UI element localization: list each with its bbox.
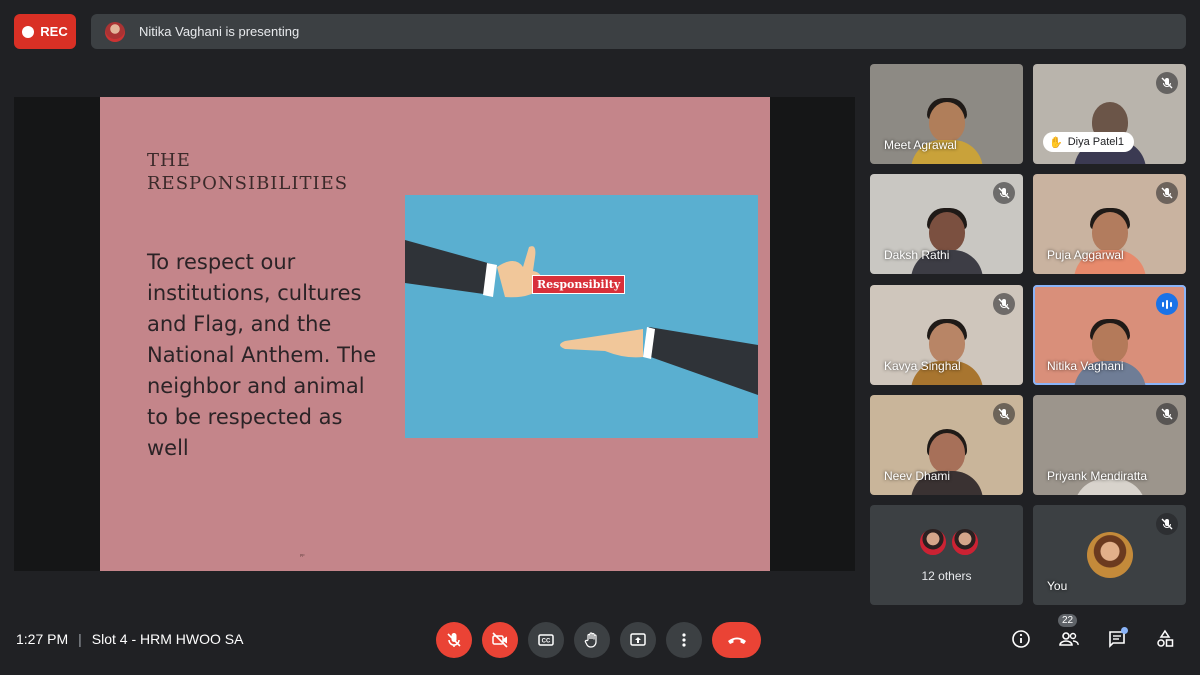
participant-video <box>1070 88 1150 164</box>
speaking-indicator-icon <box>1156 293 1178 315</box>
captions-button[interactable]: CC <box>528 622 564 658</box>
presenting-banner[interactable]: Nitika Vaghani is presenting <box>91 14 1186 49</box>
camera-toggle-button[interactable] <box>482 622 518 658</box>
mic-off-icon <box>993 403 1015 425</box>
responsibility-tag: Responsibilty <box>532 275 626 294</box>
participant-video <box>907 198 987 274</box>
present-screen-icon <box>630 633 646 646</box>
participant-tile-active-speaker[interactable]: Nitika Vaghani <box>1033 285 1186 385</box>
self-tile[interactable]: You <box>1033 505 1186 605</box>
participant-video <box>1070 309 1150 385</box>
raise-hand-icon <box>584 632 597 648</box>
raise-hand-icon: ✋ <box>1049 136 1063 149</box>
others-tile[interactable]: 12 others <box>870 505 1023 605</box>
meeting-details-button[interactable] <box>1008 626 1034 652</box>
slide-title-line2: RESPONSIBILITIES <box>147 173 349 194</box>
slide-title: THE RESPONSIBILITIES <box>147 149 387 195</box>
recording-label: REC <box>40 24 68 39</box>
activities-button[interactable] <box>1152 626 1178 652</box>
chat-button[interactable] <box>1104 626 1130 652</box>
present-screen-button[interactable] <box>620 622 656 658</box>
others-count: 12 others <box>921 569 972 583</box>
handing-responsibility-illustration <box>405 240 758 395</box>
more-vertical-icon <box>682 633 686 647</box>
participant-name: Kavya Singhal <box>884 359 961 373</box>
camera-off-icon <box>492 632 508 648</box>
microphone-toggle-button[interactable] <box>436 622 472 658</box>
info-icon <box>1012 630 1030 648</box>
more-options-button[interactable] <box>666 622 702 658</box>
people-icon <box>1059 632 1079 646</box>
meeting-info: 1:27 PM | Slot 4 - HRM HWOO SA <box>16 631 243 647</box>
call-controls: CC <box>436 622 761 658</box>
captions-icon: CC <box>538 634 554 646</box>
presenter-avatar <box>105 21 125 42</box>
mic-off-icon <box>993 182 1015 204</box>
meeting-tools: 22 <box>1008 614 1178 652</box>
slide: THE RESPONSIBILITIES To respect our inst… <box>100 97 770 571</box>
participant-video <box>1070 198 1150 274</box>
avatar <box>950 527 980 557</box>
current-time: 1:27 PM <box>16 631 69 647</box>
people-count-badge: 22 <box>1058 614 1078 627</box>
participant-name: Puja Aggarwal <box>1047 248 1124 262</box>
mic-off-icon <box>1156 182 1178 204</box>
participant-name: Meet Agrawal <box>884 138 957 152</box>
mic-off-icon <box>1156 403 1178 425</box>
participant-video <box>907 309 987 385</box>
slide-body-text: To respect our institutions, cultures an… <box>147 250 377 460</box>
participant-name: Nitika Vaghani <box>1047 359 1124 373</box>
mic-off-icon <box>447 633 461 647</box>
presentation-stage: THE RESPONSIBILITIES To respect our inst… <box>14 97 855 571</box>
hang-up-icon <box>727 637 746 644</box>
mic-off-icon <box>1156 72 1178 94</box>
leave-call-button[interactable] <box>712 622 761 658</box>
participant-name: Neev Dhami <box>884 469 951 483</box>
slide-footnote: pp <box>300 552 305 557</box>
hand-raised-chip: ✋ Diya Patel1 <box>1043 132 1134 152</box>
participant-video <box>1070 419 1150 495</box>
participant-name: Daksh Rathi <box>884 248 950 262</box>
participant-tile[interactable]: Neev Dhami <box>870 395 1023 495</box>
others-avatars <box>918 527 980 557</box>
participant-tile[interactable]: ✋ Diya Patel1 <box>1033 64 1186 164</box>
activities-shapes-icon <box>1157 629 1174 647</box>
participant-name: Diya Patel1 <box>1067 136 1124 148</box>
participant-video <box>907 419 987 495</box>
participant-tile[interactable]: Puja Aggarwal <box>1033 174 1186 274</box>
separator: | <box>78 631 82 647</box>
meeting-title: Slot 4 - HRM HWOO SA <box>91 631 244 647</box>
svg-text:CC: CC <box>542 639 551 645</box>
participant-tile[interactable]: Meet Agrawal <box>870 64 1023 164</box>
participant-tile[interactable]: Kavya Singhal <box>870 285 1023 385</box>
self-name: You <box>1047 579 1068 593</box>
participant-video <box>907 88 987 164</box>
people-button[interactable]: 22 <box>1056 614 1082 652</box>
slide-title-line1: THE <box>147 150 191 171</box>
presenting-text: Nitika Vaghani is presenting <box>139 24 300 39</box>
self-avatar <box>1087 532 1133 578</box>
participant-tile[interactable]: Daksh Rathi <box>870 174 1023 274</box>
recording-indicator[interactable]: REC <box>14 14 76 49</box>
mic-off-icon <box>1156 513 1178 535</box>
mic-off-icon <box>993 293 1015 315</box>
record-dot-icon <box>22 25 35 38</box>
participant-name: Priyank Mendiratta <box>1047 469 1148 483</box>
participant-tile[interactable]: Priyank Mendiratta <box>1033 395 1186 495</box>
raise-hand-button[interactable] <box>574 622 610 658</box>
slide-illustration: Responsibilty <box>405 195 758 438</box>
avatar <box>918 527 948 557</box>
unread-indicator <box>1121 627 1128 634</box>
